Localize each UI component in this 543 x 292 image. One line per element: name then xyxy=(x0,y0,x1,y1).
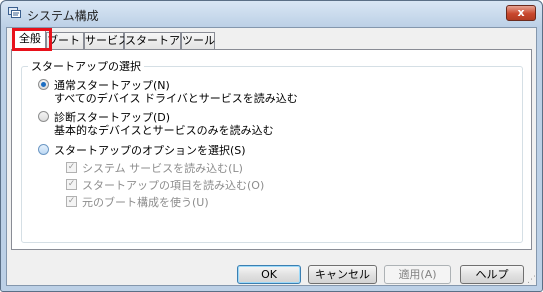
normal-startup-radio[interactable] xyxy=(38,79,49,90)
tab-tools[interactable]: ツール xyxy=(181,32,215,49)
close-button[interactable]: x xyxy=(506,5,536,21)
load-startup-items-checkbox[interactable]: ✓ xyxy=(66,179,77,190)
ok-button[interactable]: OK xyxy=(237,265,301,284)
window-title: システム構成 xyxy=(27,9,99,23)
use-original-boot-label[interactable]: 元のブート構成を使う(U) xyxy=(82,194,209,210)
dialog-body: 全般 ブート サービス スタートアップ ツール スタートアップの選択 通常スター… xyxy=(6,27,537,286)
apply-button[interactable]: 適用(A) xyxy=(384,265,451,284)
highlight-box xyxy=(12,28,52,51)
diagnostic-startup-description: 基本的なデバイスとサービスのみを読み込む xyxy=(54,124,274,137)
normal-startup-description: すべてのデバイス ドライバとサービスを読み込む xyxy=(54,92,298,105)
selective-startup-radio[interactable] xyxy=(38,144,49,155)
tab-strip: 全般 ブート サービス スタートアップ ツール xyxy=(7,28,536,50)
checkmark-icon: ✓ xyxy=(67,196,76,206)
load-startup-items-label[interactable]: スタートアップの項目を読み込む(O) xyxy=(82,177,264,193)
checkmark-icon: ✓ xyxy=(67,162,76,172)
group-label: スタートアップの選択 xyxy=(28,58,144,74)
use-original-boot-checkbox[interactable]: ✓ xyxy=(66,196,77,207)
help-button[interactable]: ヘルプ xyxy=(460,265,524,284)
load-services-label[interactable]: システム サービスを読み込む(L) xyxy=(82,160,243,176)
checkmark-icon: ✓ xyxy=(67,179,76,189)
cancel-button[interactable]: キャンセル xyxy=(308,265,377,284)
system-config-icon xyxy=(8,7,21,18)
system-config-window: システム構成 x 全般 ブート サービス スタートアップ ツール スタートアップ… xyxy=(0,0,543,292)
load-services-checkbox[interactable]: ✓ xyxy=(66,162,77,173)
close-icon: x xyxy=(517,6,525,19)
tab-startup[interactable]: スタートアップ xyxy=(124,32,202,49)
tab-services[interactable]: サービス xyxy=(84,32,129,49)
selective-startup-label[interactable]: スタートアップのオプションを選択(S) xyxy=(54,142,246,158)
diagnostic-startup-radio[interactable] xyxy=(38,111,49,122)
general-tab-panel: スタートアップの選択 通常スタートアップ(N) すべてのデバイス ドライバとサー… xyxy=(11,49,532,250)
resize-grip-icon[interactable]: ⋰ xyxy=(527,275,536,285)
title-bar[interactable]: システム構成 x xyxy=(1,1,542,27)
